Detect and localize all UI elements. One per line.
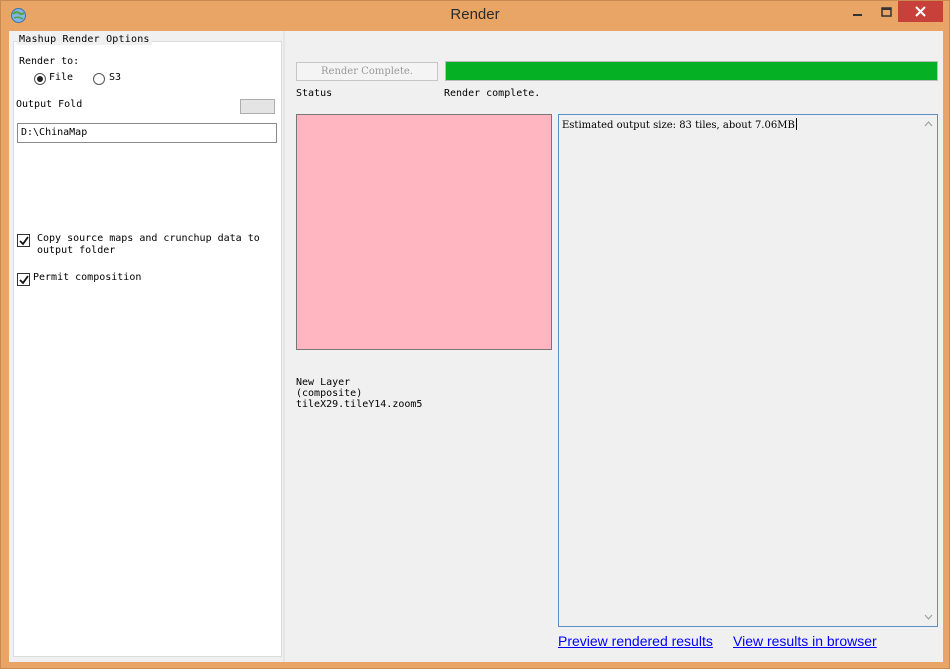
permit-composition-checkbox[interactable] — [17, 273, 30, 286]
radio-s3-label[interactable]: S3 — [109, 72, 121, 83]
layer-name: New Layer — [296, 377, 351, 388]
status-value: Render complete. — [444, 88, 541, 99]
checkmark-icon — [18, 274, 29, 284]
tile-preview — [296, 114, 552, 350]
render-window: Render Mashup Render Options Render to: … — [0, 0, 950, 669]
output-log-textarea[interactable]: Estimated output size: 83 tiles, about 7… — [558, 114, 938, 627]
close-button[interactable] — [898, 1, 943, 22]
minimize-icon — [853, 14, 862, 16]
radio-file-label[interactable]: File — [49, 72, 73, 83]
minimize-button[interactable] — [849, 2, 867, 22]
progress-fill — [446, 62, 937, 80]
scroll-down-icon[interactable] — [924, 614, 933, 620]
window-title: Render — [450, 6, 500, 23]
checkmark-icon — [18, 235, 29, 245]
view-results-in-browser-link[interactable]: View results in browser — [733, 633, 877, 649]
browse-folder-button[interactable] — [240, 99, 275, 114]
render-to-label: Render to: — [19, 56, 80, 67]
output-folder-label: Output Fold — [16, 99, 83, 110]
render-progress-bar — [445, 61, 938, 81]
maximize-icon — [880, 7, 892, 17]
panel-splitter[interactable] — [283, 31, 285, 662]
close-icon — [915, 6, 926, 17]
copy-source-label-line2[interactable]: output folder — [37, 245, 115, 256]
preview-rendered-results-link[interactable]: Preview rendered results — [558, 633, 713, 649]
maximize-button[interactable] — [877, 2, 895, 22]
vertical-scrollbar[interactable] — [920, 115, 937, 626]
permit-composition-label[interactable]: Permit composition — [33, 272, 141, 283]
output-log-text: Estimated output size: 83 tiles, about 7… — [562, 118, 797, 131]
copy-source-label-line1[interactable]: Copy source maps and crunchup data to — [37, 233, 260, 244]
left-panel: Mashup Render Options Render to: File S3… — [9, 31, 283, 662]
group-title: Mashup Render Options — [17, 34, 152, 45]
layer-info: New Layer (composite) tileX29.tileY14.zo… — [296, 377, 422, 410]
client-area: Mashup Render Options Render to: File S3… — [9, 31, 943, 662]
render-button[interactable]: Render Complete. — [296, 62, 438, 81]
copy-source-checkbox[interactable] — [17, 234, 30, 247]
layer-tile-id: tileX29.tileY14.zoom5 — [296, 399, 423, 410]
layer-type: (composite) — [296, 388, 363, 399]
scroll-up-icon[interactable] — [924, 121, 933, 127]
status-label: Status — [296, 88, 333, 99]
output-folder-input[interactable]: D:\ChinaMap — [17, 123, 277, 143]
title-bar[interactable]: Render — [1, 1, 949, 31]
radio-s3[interactable] — [93, 73, 105, 85]
radio-file[interactable] — [34, 73, 46, 85]
text-caret — [795, 118, 797, 130]
